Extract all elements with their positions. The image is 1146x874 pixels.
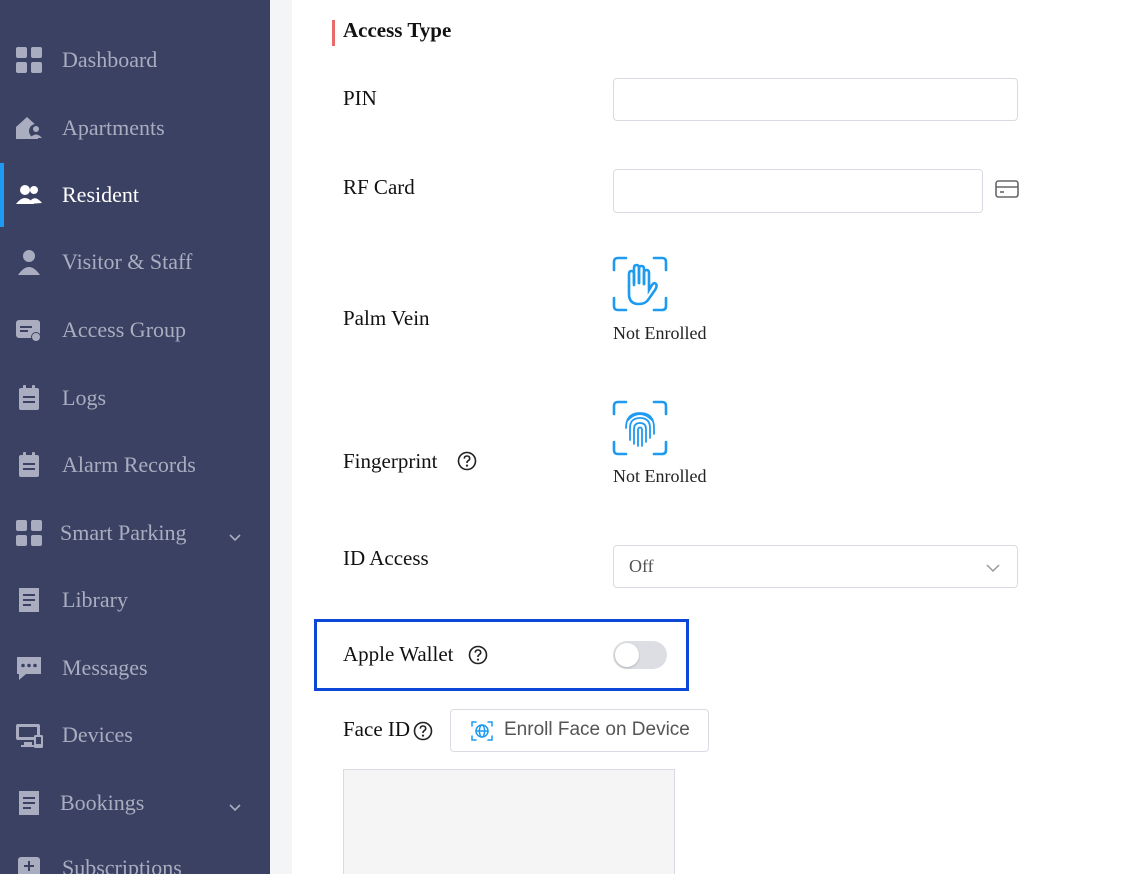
section-title: Access Type [343,18,452,42]
devices-icon [12,718,46,752]
dashboard-icon [12,43,46,77]
chevron-down-icon[interactable] [227,525,243,542]
sidebar-item-label: Access Group [62,317,187,342]
chevron-down-icon [986,564,1000,573]
fingerprint-icon[interactable] [612,400,668,456]
enroll-face-label: Enroll Face on Device [504,719,690,740]
palm-vein-icon[interactable] [612,256,668,312]
rf-card-input[interactable] [613,169,983,213]
apple-wallet-toggle[interactable] [613,641,667,669]
face-photo-placeholder [343,769,675,874]
section-marker [332,20,335,46]
sidebar-item-library[interactable]: Library [0,570,270,630]
card-reader-icon[interactable] [994,178,1020,200]
sidebar-item-label: Dashboard [62,47,158,72]
visitor-icon [12,245,46,279]
sidebar-item-alarm-records[interactable]: Alarm Records [0,435,270,495]
fingerprint-label: Fingerprint [343,449,438,473]
enroll-face-button[interactable]: Enroll Face on Device [450,709,709,752]
id-access-value: Off [629,556,654,576]
sidebar-item-visitor-staff[interactable]: Visitor & Staff [0,232,270,292]
sidebar-item-label: Alarm Records [62,452,196,477]
sidebar-item-label: Bookings [60,790,145,815]
toggle-knob [615,643,639,667]
help-icon[interactable] [457,451,477,471]
sidebar-item-subscriptions[interactable]: Subscriptions [0,838,270,874]
id-access-label: ID Access [343,546,429,570]
help-icon[interactable] [468,645,488,665]
palm-vein-status: Not Enrolled [613,323,707,343]
sidebar-item-resident[interactable]: Resident [0,163,270,227]
rf-card-label: RF Card [343,175,415,199]
bookings-icon [12,786,46,820]
chevron-down-icon[interactable] [227,795,243,812]
sidebar-item-label: Apartments [62,115,165,140]
pin-input[interactable] [613,78,1018,121]
messages-icon [12,651,46,685]
sidebar-item-label: Subscriptions [62,855,182,874]
sidebar-item-label: Resident [62,182,139,207]
sidebar-item-access-group[interactable]: Access Group [0,300,270,360]
library-icon [12,583,46,617]
sidebar-item-label: Library [62,587,128,612]
sidebar-item-bookings[interactable]: Bookings [0,773,270,833]
sidebar-item-logs[interactable]: Logs [0,368,270,428]
help-icon[interactable] [413,721,433,741]
sidebar-item-dashboard[interactable]: Dashboard [0,30,270,90]
sidebar-item-label: Smart Parking [60,520,187,545]
face-id-label: Face ID [343,717,411,741]
sidebar-item-apartments[interactable]: Apartments [0,98,270,158]
sidebar-item-label: Visitor & Staff [62,249,193,274]
sidebar-item-label: Messages [62,655,148,680]
palm-vein-label: Palm Vein [343,306,430,330]
fingerprint-status: Not Enrolled [613,466,707,486]
sidebar-item-devices[interactable]: Devices [0,705,270,765]
smart-parking-icon [12,516,46,550]
pin-label: PIN [343,86,377,110]
alarm-records-icon [12,448,46,482]
sidebar: Dashboard Apartments Resident Visitor & … [0,0,270,874]
sidebar-item-label: Devices [62,722,133,747]
access-group-icon [12,313,46,347]
access-type-form: Access Type PIN RF Card Palm Vein Not En… [292,0,1146,874]
id-access-select[interactable]: Off [613,545,1018,588]
apartments-icon [12,111,46,145]
subscriptions-icon [12,851,46,874]
sidebar-item-label: Logs [62,385,106,410]
logs-icon [12,381,46,415]
face-scan-icon [471,721,493,741]
sidebar-item-messages[interactable]: Messages [0,638,270,698]
sidebar-item-smart-parking[interactable]: Smart Parking [0,503,270,563]
resident-icon [12,178,46,212]
apple-wallet-label: Apple Wallet [343,642,454,666]
